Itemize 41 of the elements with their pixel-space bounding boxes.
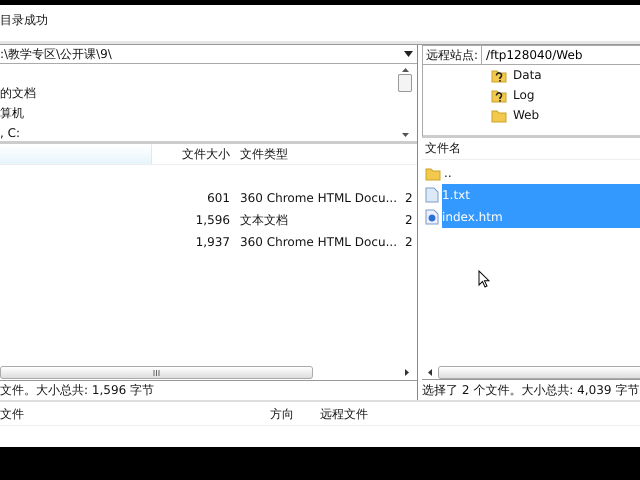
path-dropdown[interactable]: :\教学专区\公开课\9\ xyxy=(0,45,417,64)
up-arrow-icon xyxy=(402,68,408,72)
left-arrow-icon xyxy=(428,368,432,376)
file-type: 360 Chrome HTML Docu... xyxy=(240,234,398,252)
web-page-icon xyxy=(425,208,439,225)
scrollbar-thumb[interactable] xyxy=(438,366,640,379)
scrollbar-thumb[interactable] xyxy=(398,74,412,92)
caret-icon xyxy=(404,51,413,58)
file-type: 360 Chrome HTML Docu... xyxy=(240,190,398,208)
column-header[interactable]: 远程文件 xyxy=(320,404,368,422)
grip-icon xyxy=(153,370,160,376)
site-label: 远程站点: xyxy=(422,45,482,65)
file-type: 文本文档 xyxy=(240,212,289,230)
column-header[interactable]: 文件 xyxy=(0,404,270,422)
document-icon xyxy=(425,186,439,203)
table-cell-text: 2 xyxy=(405,234,413,252)
tree-item[interactable]: , C: xyxy=(0,123,397,144)
column-header[interactable] xyxy=(0,144,152,164)
tree-item[interactable]: Log xyxy=(513,86,534,104)
down-arrow-icon xyxy=(402,133,408,138)
status-text: 文件。大小总共: 1,596 字节 xyxy=(0,382,154,400)
file-size: 601 xyxy=(206,190,230,208)
tree-item[interactable]: 的文档 xyxy=(0,83,397,104)
scrollbar-thumb[interactable] xyxy=(0,366,313,380)
mouse-pointer-icon xyxy=(478,270,490,288)
column-header[interactable]: 文件类型 xyxy=(240,145,288,164)
column-header[interactable]: 文件大小 xyxy=(152,145,230,164)
status-text: 选择了 2 个文件。大小总共: 4,039 字节 xyxy=(422,382,640,400)
column-header[interactable]: 文件名 xyxy=(425,139,461,158)
log-line: 目录成功 xyxy=(0,12,49,29)
tree-item[interactable]: Data xyxy=(513,66,542,84)
file-size: 1,937 xyxy=(194,234,230,252)
right-arrow-icon xyxy=(405,369,409,376)
table-cell-text: 2 xyxy=(405,212,413,230)
tree-item[interactable]: Web xyxy=(513,106,540,124)
file-row[interactable]: .. xyxy=(444,162,640,184)
column-header[interactable]: 方向 xyxy=(270,404,320,422)
path-field[interactable]: /ftp128040/Web xyxy=(482,45,640,65)
tree-item[interactable]: 算机 xyxy=(0,103,397,124)
table-cell-text: 2 xyxy=(405,190,413,208)
file-size: 1,596 xyxy=(194,212,230,230)
